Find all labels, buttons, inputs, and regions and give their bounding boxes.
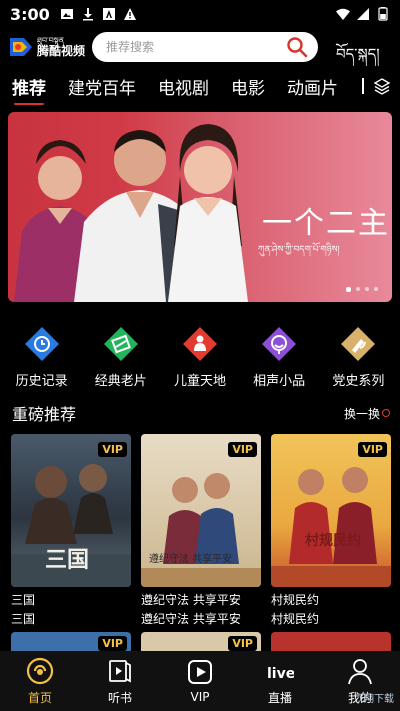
logo-mark-icon: [10, 38, 32, 56]
search-icon[interactable]: [286, 36, 308, 58]
image-notification-icon: [60, 9, 73, 19]
quick-link-label: 经典老片: [94, 374, 147, 389]
nav-label: VIP: [190, 690, 210, 704]
refresh-icon: [382, 409, 390, 417]
app-a-icon: [102, 8, 115, 20]
nav-label: 听书: [107, 690, 132, 705]
nav-label: 首页: [27, 690, 52, 705]
vip-play-icon: [188, 660, 212, 684]
recommend-grid: VIP 三国 三国 三国 VIP 遵纪守法 共享平安 遵纪守法 共享平安 遵纪守…: [11, 434, 391, 627]
tab-tv-series[interactable]: 电视剧: [158, 74, 209, 99]
nav-vip[interactable]: VIP: [165, 658, 235, 704]
battery-icon: [378, 7, 388, 21]
classic-film-icon: [103, 327, 138, 361]
section-title: 重磅推荐: [12, 405, 77, 424]
banner-pagination: [346, 287, 378, 292]
nav-live[interactable]: live 直播: [245, 657, 315, 706]
kids-icon: [182, 327, 217, 361]
system-icons: [336, 7, 390, 21]
video-card[interactable]: VIP 村规民约 村规民约 村规民约: [271, 434, 391, 627]
video-poster: VIP 遵纪守法 共享平安: [141, 434, 261, 587]
quick-link-label: 相声小品: [253, 374, 306, 389]
download-icon: [82, 8, 93, 21]
quick-link-label: 历史记录: [15, 374, 68, 389]
quick-link-label: 党史系列: [332, 374, 385, 389]
logo-chinese: 腾酷视频: [37, 44, 86, 58]
status-bar: 3:00: [0, 0, 400, 28]
card-title: 村规民约: [271, 593, 320, 607]
vip-badge: VIP: [98, 442, 127, 457]
quick-link-comedy[interactable]: 相声小品: [240, 326, 318, 390]
recommend-section-header: 重磅推荐 换一换: [12, 401, 390, 425]
card-subtitle: 遵纪守法 共享平安: [141, 612, 241, 626]
wifi-icon: [336, 8, 350, 20]
warning-icon: [123, 8, 136, 20]
watermark: 飞翔下载: [354, 694, 394, 705]
signal-icon: [357, 8, 369, 20]
video-poster: VIP 三国: [11, 434, 131, 587]
notification-icons: [60, 7, 137, 21]
card-subtitle: 村规民约: [271, 612, 320, 626]
nav-home[interactable]: 首页: [5, 657, 75, 706]
hero-banner[interactable]: 一个二主 ཀུན་ཤེས་ཀྱི་བདག་པོ་གཉིས།: [8, 112, 392, 302]
bottom-nav: 首页 听书 VIP live 直播 我的 飞翔下载: [0, 651, 400, 711]
refresh-label: 换一换: [343, 406, 380, 421]
quick-link-kids[interactable]: 儿童天地: [161, 326, 239, 390]
status-time: 3:00: [10, 4, 50, 24]
video-card[interactable]: [271, 632, 391, 652]
nav-audiobook[interactable]: 听书: [85, 657, 155, 706]
vip-badge: VIP: [98, 636, 127, 651]
refresh-button[interactable]: 换一换: [344, 405, 390, 422]
tabs-divider: [362, 78, 364, 94]
search-bar[interactable]: [92, 32, 318, 62]
recommend-grid-row2: VIP VIP: [11, 632, 391, 652]
banner-dot[interactable]: [356, 287, 360, 291]
quick-links: 历史记录 经典老片 儿童天地 相声小品 党史系列: [0, 326, 400, 390]
video-poster: VIP 村规民约: [271, 434, 391, 587]
tab-movies[interactable]: 电影: [231, 74, 265, 99]
banner-dot[interactable]: [365, 287, 369, 291]
poster-title: 三国: [45, 548, 90, 573]
card-subtitle: 三国: [11, 612, 36, 626]
home-icon: [26, 657, 54, 684]
poster-title: 遵纪守法 共享平安: [149, 554, 233, 565]
search-input[interactable]: [106, 40, 286, 54]
quick-link-party-history[interactable]: 党史系列: [319, 326, 397, 390]
banner-subtitle: ཀུན་ཤེས་ཀྱི་བདག་པོ་གཉིས།: [258, 245, 340, 255]
banner-title: 一个二主: [262, 206, 390, 241]
category-tabs: 推荐 建党百年 电视剧 电影 动画片: [0, 68, 400, 105]
nav-label: 直播: [267, 690, 292, 705]
history-clock-icon: [24, 327, 59, 361]
quick-link-classic[interactable]: 经典老片: [82, 326, 160, 390]
comedy-icon: [262, 327, 297, 361]
quick-link-label: 儿童天地: [173, 374, 226, 389]
video-card[interactable]: VIP 三国 三国 三国: [11, 434, 131, 627]
channel-manage-button[interactable]: [362, 68, 400, 104]
video-card[interactable]: VIP: [141, 632, 261, 652]
quick-link-history[interactable]: 历史记录: [3, 326, 81, 390]
logo-text: ཐུབ་བསྟན 腾酷视频: [37, 37, 86, 58]
vip-badge: VIP: [228, 442, 257, 457]
banner-dot[interactable]: [374, 287, 378, 291]
card-title: 遵纪守法 共享平安: [141, 593, 241, 607]
video-card[interactable]: VIP: [11, 632, 131, 652]
tab-animation[interactable]: 动画片: [287, 74, 338, 99]
app-header: ཐུབ་བསྟན 腾酷视频 བོད་སྐད།: [0, 28, 400, 66]
audiobook-icon: [109, 659, 131, 682]
card-title: 三国: [11, 593, 36, 607]
vip-badge: VIP: [228, 636, 257, 651]
svg-text:live: live: [267, 666, 294, 682]
video-card[interactable]: VIP 遵纪守法 共享平安 遵纪守法 共享平安 遵纪守法 共享平安: [141, 434, 261, 627]
live-icon: live: [267, 666, 294, 682]
profile-icon: [348, 658, 372, 684]
app-logo[interactable]: ཐུབ་བསྟན 腾酷视频: [8, 31, 88, 63]
vip-badge: VIP: [358, 442, 387, 457]
poster-title: 村规民约: [305, 533, 361, 549]
tab-recommend[interactable]: 推荐: [12, 74, 46, 105]
party-history-icon: [341, 327, 376, 361]
banner-dot[interactable]: [346, 287, 351, 292]
layers-icon: [373, 78, 391, 95]
tab-party-centenary[interactable]: 建党百年: [68, 74, 136, 99]
